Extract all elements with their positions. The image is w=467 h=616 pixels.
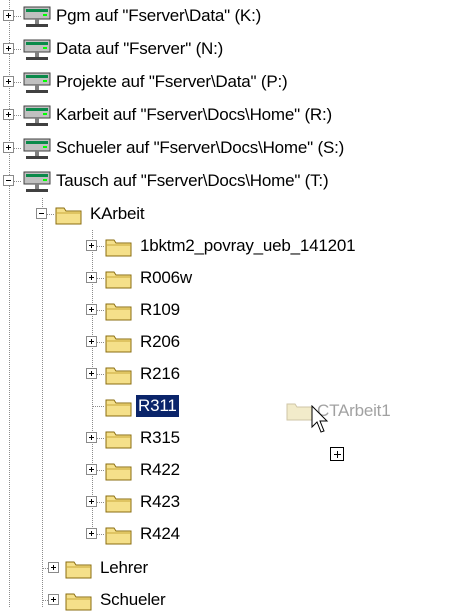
tree-item-subfolder[interactable]: R315: [0, 422, 467, 454]
tree-item-subfolder[interactable]: R216: [0, 358, 467, 390]
expand-toggle[interactable]: [48, 562, 59, 573]
tree-item-schueler[interactable]: Schueler: [0, 584, 467, 616]
tree-item-label[interactable]: R216: [138, 363, 182, 385]
tree-item-label[interactable]: 1bktm2_povray_ueb_141201: [138, 235, 357, 257]
tree-item-label[interactable]: Projekte auf "Fserver\Data" (P:): [54, 71, 289, 93]
tree-item-subfolder[interactable]: R424: [0, 518, 467, 550]
tree-item-label[interactable]: R311: [136, 395, 179, 417]
folder-tree: Pgm auf "Fserver\Data" (K:) Data auf "Fs…: [0, 0, 467, 611]
expand-toggle[interactable]: [48, 594, 59, 605]
tree-connector: [92, 406, 104, 407]
expand-toggle[interactable]: [86, 464, 97, 475]
tree-item-label[interactable]: Tausch auf "Fserver\Docs\Home" (T:): [54, 170, 330, 192]
folder-icon: [105, 335, 132, 353]
tree-item-subfolder[interactable]: R206: [0, 326, 467, 358]
tree-item-label[interactable]: KArbeit: [88, 203, 146, 225]
collapse-toggle[interactable]: [36, 208, 47, 219]
tree-item-label[interactable]: Lehrer: [98, 557, 150, 579]
tree-item-label[interactable]: R109: [138, 299, 182, 321]
expand-toggle[interactable]: [3, 76, 14, 87]
folder-icon: [105, 399, 132, 417]
tree-item-karbeit[interactable]: KArbeit: [0, 198, 467, 230]
expand-toggle[interactable]: [3, 43, 14, 54]
tree-item-subfolder-selected[interactable]: R311: [0, 390, 467, 422]
expand-toggle[interactable]: [3, 142, 14, 153]
tree-item-drive-s[interactable]: Schueler auf "Fserver\Docs\Home" (S:): [0, 132, 467, 164]
folder-icon: [105, 303, 132, 321]
network-drive-icon: [23, 6, 51, 27]
tree-item-subfolder[interactable]: R422: [0, 454, 467, 486]
expand-toggle[interactable]: [3, 109, 14, 120]
expand-toggle[interactable]: [3, 10, 14, 21]
tree-item-subfolder[interactable]: R109: [0, 294, 467, 326]
tree-item-drive-p[interactable]: Projekte auf "Fserver\Data" (P:): [0, 66, 467, 98]
folder-icon: [105, 271, 132, 289]
expand-toggle[interactable]: [86, 240, 97, 251]
expand-toggle[interactable]: [86, 432, 97, 443]
plus-copy-icon: [330, 447, 344, 461]
folder-icon: [65, 561, 92, 579]
tree-item-drive-t[interactable]: Tausch auf "Fserver\Docs\Home" (T:): [0, 165, 467, 197]
expand-toggle[interactable]: [86, 272, 97, 283]
expand-toggle[interactable]: [86, 496, 97, 507]
expand-toggle[interactable]: [86, 368, 97, 379]
tree-item-lehrer[interactable]: Lehrer: [0, 552, 467, 584]
collapse-toggle[interactable]: [3, 175, 14, 186]
folder-icon: [105, 367, 132, 385]
folder-icon: [105, 239, 132, 257]
tree-item-label[interactable]: Data auf "Fserver" (N:): [54, 38, 225, 60]
tree-item-subfolder[interactable]: R423: [0, 486, 467, 518]
tree-item-drive-r[interactable]: Karbeit auf "Fserver\Docs\Home" (R:): [0, 99, 467, 131]
network-drive-icon: [23, 171, 51, 192]
arrow-cursor-icon: [311, 405, 329, 433]
network-drive-icon: [23, 105, 51, 126]
network-drive-icon: [23, 72, 51, 93]
tree-item-label[interactable]: R424: [138, 523, 182, 545]
tree-item-label[interactable]: Pgm auf "Fserver\Data" (K:): [54, 5, 263, 27]
tree-item-label[interactable]: Schueler auf "Fserver\Docs\Home" (S:): [54, 137, 346, 159]
expand-toggle[interactable]: [86, 528, 97, 539]
tree-item-subfolder[interactable]: R006w: [0, 262, 467, 294]
tree-item-label[interactable]: R423: [138, 491, 182, 513]
tree-item-drive-k[interactable]: Pgm auf "Fserver\Data" (K:): [0, 0, 467, 32]
folder-icon: [65, 593, 92, 611]
folder-open-icon: [55, 207, 82, 225]
expand-toggle[interactable]: [86, 304, 97, 315]
folder-icon: [105, 495, 132, 513]
expand-toggle[interactable]: [86, 336, 97, 347]
tree-item-subfolder[interactable]: 1bktm2_povray_ueb_141201: [0, 230, 467, 262]
folder-icon: [105, 431, 132, 449]
tree-item-drive-n[interactable]: Data auf "Fserver" (N:): [0, 33, 467, 65]
folder-icon: [105, 527, 132, 545]
tree-item-label[interactable]: Schueler: [98, 589, 168, 611]
tree-item-label[interactable]: R206: [138, 331, 182, 353]
tree-item-label[interactable]: R315: [138, 427, 182, 449]
tree-item-label[interactable]: R006w: [138, 267, 194, 289]
folder-icon: [105, 463, 132, 481]
network-drive-icon: [23, 138, 51, 159]
network-drive-icon: [23, 39, 51, 60]
tree-item-label[interactable]: Karbeit auf "Fserver\Docs\Home" (R:): [54, 104, 334, 126]
tree-item-label[interactable]: R422: [138, 459, 182, 481]
